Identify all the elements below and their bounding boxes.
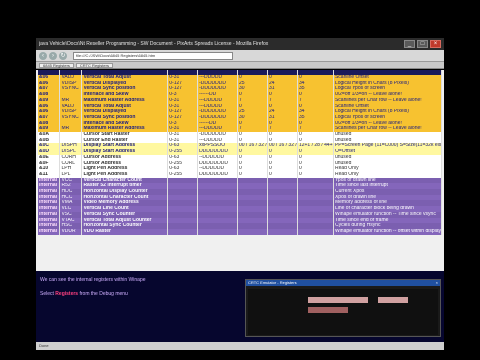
register-cell[interactable] [378, 297, 408, 303]
cell-range [167, 228, 199, 235]
cell-def [197, 228, 238, 235]
registers-panel: CRTC Emulator - Registers × [245, 279, 441, 337]
cell-b [267, 228, 298, 235]
cell-code: VSYNC [59, 114, 83, 121]
registers-panel-title: CRTC Emulator - Registers [248, 280, 297, 285]
note-line-2-pre: Select [40, 291, 56, 297]
browser-toolbar: ‹ › ↻ file:///C:/JSW\Docs\6845 Registers… [36, 50, 444, 62]
register-table: &06 VADJ Vertical Total Adjust 0-31 ---DDDDD… [38, 70, 443, 235]
cell-b: 00 / 16 / 32 / 48 [267, 143, 298, 150]
cell-desc: Winape emulator function -- offset withi… [333, 228, 443, 235]
status-bar: Done [36, 342, 444, 350]
note-line-2-bold: Registers [55, 291, 79, 297]
minimize-button[interactable]: _ [404, 40, 415, 48]
maximize-button[interactable]: □ [417, 40, 428, 48]
window-title: java Vehicle\Docs\Nt Reseller Programmin… [39, 41, 269, 47]
tab-crtc[interactable]: CRTC Registers [75, 63, 113, 68]
cell-code: VDUR [59, 228, 83, 235]
cell-c: 12+1 / 28 / 44+1 / 60 [297, 143, 334, 150]
cell-code: VSYNC [59, 86, 83, 93]
page-content: &06 VADJ Vertical Total Adjust 0-31 ---DDDDD… [36, 70, 444, 342]
note-line-1: We can see the internal registers within… [40, 277, 146, 283]
register-cell[interactable] [308, 307, 348, 313]
window-controls: _ □ × [404, 40, 441, 48]
registers-panel-close-button[interactable]: × [436, 280, 438, 286]
note-line-2: Select Registers from the Debug menu [40, 291, 128, 297]
back-icon[interactable]: ‹ [39, 51, 47, 60]
close-button[interactable]: × [430, 40, 441, 48]
address-bar[interactable]: file:///C:/JSW\Docs\6845 Registers\6845.… [73, 51, 233, 60]
window-titlebar: java Vehicle\Docs\Nt Reseller Programmin… [36, 38, 444, 50]
register-cell[interactable] [308, 297, 368, 303]
cell-a [237, 228, 268, 235]
note-line-2-post: from the Debug menu [78, 291, 128, 297]
cell-reg: internal [38, 228, 61, 235]
reload-icon[interactable]: ↻ [59, 51, 67, 60]
forward-icon[interactable]: › [49, 51, 57, 60]
tab-6845[interactable]: 6845 Registers [39, 63, 74, 68]
cell-c [297, 228, 334, 235]
registers-panel-body [248, 289, 438, 335]
notes-area: We can see the internal registers within… [36, 271, 444, 342]
cell-name: VDU Raster [81, 228, 169, 235]
registers-panel-titlebar: CRTC Emulator - Registers × [246, 280, 440, 286]
table-row: internal VDUR VDU Raster Winape emulator fu… [38, 228, 443, 235]
tab-bar: 6845 Registers CRTC Registers [36, 62, 444, 69]
screen-frame: java Vehicle\Docs\Nt Reseller Programmin… [36, 0, 444, 360]
cell-a: 00 / 16 / 32 / 48 [237, 143, 268, 150]
